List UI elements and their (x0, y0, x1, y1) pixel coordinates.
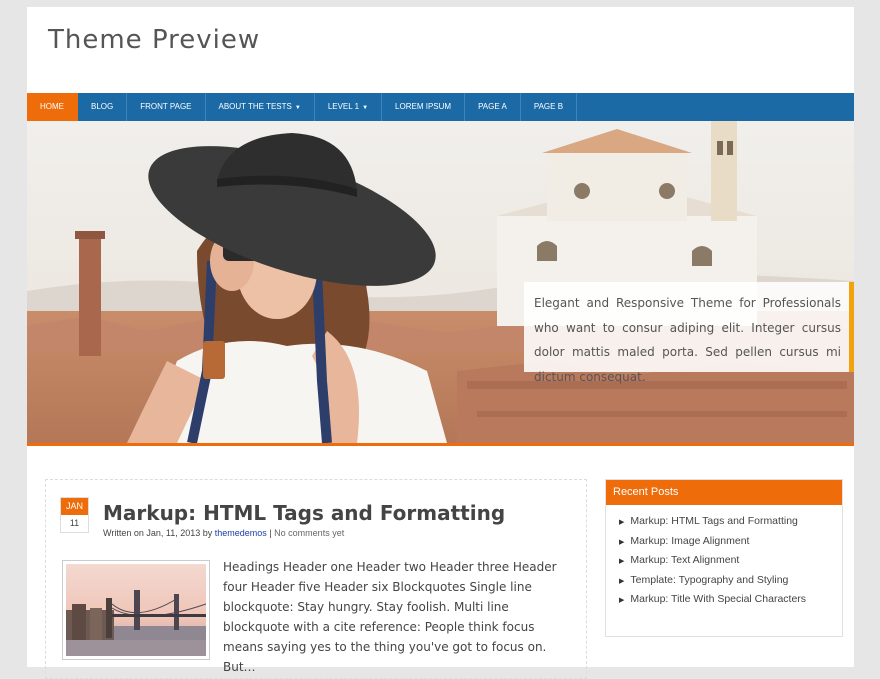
hero-caption: Elegant and Responsive Theme for Profess… (524, 282, 854, 384)
date-month: JAN (61, 498, 88, 515)
recent-posts-list: ▶ Markup: HTML Tags and Formatting ▶ Marku… (606, 505, 842, 610)
arrow-right-icon: ▶ (619, 597, 625, 605)
recent-post-label: Template: Typography and Styling (630, 573, 789, 586)
arrow-right-icon: ▶ (619, 538, 625, 546)
site-header: Theme Preview (27, 7, 854, 93)
post-title[interactable]: Markup: HTML Tags and Formatting (103, 501, 505, 525)
date-day: 11 (69, 518, 80, 528)
post-meta: Written on Jan, 11, 2013 by themedemos |… (103, 528, 344, 538)
main-nav: Home Blog Front Page About The Tests ▼ Le… (27, 93, 854, 121)
post-excerpt: Headings Header one Header two Header th… (223, 560, 557, 674)
nav-item-front-page[interactable]: Front Page (127, 93, 206, 121)
nav-label: About The Tests (218, 102, 292, 111)
recent-post-link[interactable]: ▶ Markup: Image Alignment (619, 532, 842, 552)
site-title[interactable]: Theme Preview (48, 25, 260, 55)
post-date-text: Written on Jan, 11, 2013 by (103, 528, 213, 538)
nav-label: Front Page (140, 102, 192, 111)
widget-title: Recent Posts (606, 480, 842, 505)
date-badge: JAN 11 (60, 497, 89, 533)
post-card: JAN 11 Markup: HTML Tags and Formatting … (45, 479, 587, 679)
hero-banner: Elegant and Responsive Theme for Profess… (27, 121, 854, 443)
nav-item-lorem-ipsum[interactable]: Lorem Ipsum (382, 93, 466, 121)
nav-item-level-1[interactable]: Level 1 ▼ (315, 93, 383, 121)
nav-label: Level 1 (327, 102, 360, 111)
recent-post-link[interactable]: ▶ Template: Typography and Styling (619, 571, 842, 591)
nav-item-page-b[interactable]: Page B (521, 93, 578, 121)
author-link[interactable]: themedemos (215, 528, 267, 538)
nav-label: Page A (478, 102, 507, 111)
arrow-right-icon: ▶ (619, 519, 625, 526)
nav-label: Blog (91, 102, 114, 111)
nav-label: Page B (533, 102, 564, 111)
hero-bottom-border (27, 443, 854, 446)
post-thumbnail[interactable] (62, 560, 210, 660)
meta-separator: | (269, 528, 272, 538)
nav-item-blog[interactable]: Blog (78, 93, 128, 121)
recent-post-link[interactable]: ▶ Markup: Title With Special Characters (619, 590, 842, 610)
nav-item-home[interactable]: Home (27, 93, 78, 121)
recent-posts-widget: Recent Posts ▶ Markup: HTML Tags and Form… (605, 479, 843, 637)
bridge-image (66, 564, 207, 656)
comments-link[interactable]: No comments yet (274, 528, 344, 538)
arrow-right-icon: ▶ (619, 558, 625, 566)
page: Theme Preview Home Blog Front Page About… (27, 7, 854, 679)
recent-post-link[interactable]: ▶ Markup: Text Alignment (619, 551, 842, 571)
arrow-right-icon: ▶ (619, 577, 625, 585)
nav-label: Lorem Ipsum (395, 102, 452, 111)
caret-down-icon: ▼ (362, 105, 369, 111)
caret-down-icon: ▼ (294, 105, 301, 111)
nav-label: Home (40, 102, 64, 111)
nav-item-page-a[interactable]: Page A (465, 93, 521, 121)
recent-post-label: Markup: Title With Special Characters (630, 593, 807, 606)
recent-post-label: Markup: Image Alignment (630, 534, 750, 547)
recent-post-label: Markup: HTML Tags and Formatting (630, 515, 798, 527)
recent-post-link[interactable]: ▶ Markup: HTML Tags and Formatting (619, 512, 842, 532)
nav-item-about-the-tests[interactable]: About The Tests ▼ (206, 93, 315, 121)
recent-post-label: Markup: Text Alignment (630, 554, 740, 567)
